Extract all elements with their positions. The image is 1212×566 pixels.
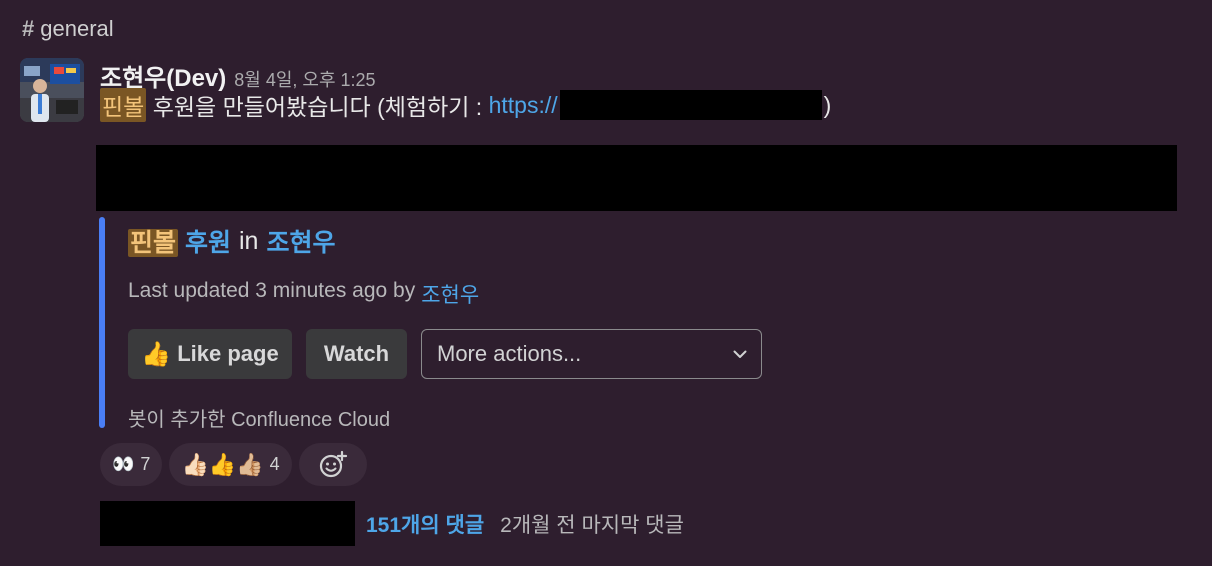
reaction-count: 7 <box>140 454 151 474</box>
chevron-down-icon <box>733 350 747 358</box>
slack-message-view: # general 조현우(Dev) 8월 4일, 오후 1:25 핀볼 후원을… <box>0 0 1212 566</box>
hash-icon: # <box>22 16 35 41</box>
reaction-count: 4 <box>269 454 280 474</box>
more-actions-dropdown[interactable]: More actions... <box>421 329 762 379</box>
highlighted-keyword: 핀볼 <box>100 88 147 122</box>
updated-text: Last updated 3 minutes ago by <box>128 279 416 302</box>
like-page-label: Like page <box>177 341 279 366</box>
updated-by-link[interactable]: 조현우 <box>421 279 479 309</box>
thumbs-up-icon: 👍 <box>141 340 172 368</box>
like-page-button[interactable]: 👍 Like page <box>128 329 292 379</box>
add-emoji-icon <box>319 450 347 477</box>
attachment-accent-bar <box>99 217 105 428</box>
attachment-title-in: in <box>238 226 259 255</box>
message-body: 후원을 만들어봤습니다 (체험하기 : <box>146 94 489 120</box>
redacted-link <box>559 90 822 120</box>
attachment-title-highlight[interactable]: 핀볼 <box>128 229 179 257</box>
last-reply-time: 2개월 전 마지막 댓글 <box>500 513 684 537</box>
thread-summary: 151개의 댓글 2개월 전 마지막 댓글 <box>100 501 684 546</box>
redacted-content <box>96 145 1177 211</box>
confluence-attachment: 핀볼 후원 in 조현우 Last updated 3 minutes ago … <box>99 217 799 431</box>
attachment-space-link[interactable]: 조현우 <box>266 223 335 259</box>
eyes-icon: 👀 <box>112 454 135 474</box>
watch-button[interactable]: Watch <box>306 329 407 379</box>
redacted-avatars <box>100 501 355 546</box>
attachment-title: 핀볼 후원 in 조현우 <box>128 223 335 259</box>
attachment-title-link[interactable]: 후원 <box>185 229 231 257</box>
avatar-photo <box>20 58 84 122</box>
channel-name[interactable]: general <box>40 16 113 42</box>
avatar[interactable] <box>20 58 84 122</box>
watch-label: Watch <box>323 341 390 366</box>
message-text: 핀볼 후원을 만들어봤습니다 (체험하기 : https:// ) <box>100 88 831 122</box>
add-reaction-button[interactable] <box>298 443 367 486</box>
reaction-eyes[interactable]: 👀 7 <box>100 443 163 486</box>
channel-header[interactable]: # general <box>22 16 114 42</box>
message-body-end: ) <box>823 91 832 118</box>
attachment-footer: 봇이 추가한 Confluence Cloud <box>128 409 391 431</box>
more-actions-placeholder: More actions... <box>437 341 582 366</box>
attachment-updated-info: Last updated 3 minutes ago by 조현우 <box>128 279 479 309</box>
reaction-thumbs-up[interactable]: 👍🏻👍👍🏼 4 <box>169 443 292 486</box>
message-link[interactable]: https:// <box>489 92 558 119</box>
reply-count-link[interactable]: 151개의 댓글 <box>366 509 484 539</box>
thumbs-up-icon: 👍🏻👍👍🏼 <box>181 451 264 477</box>
reactions-bar: 👀 7 👍🏻👍👍🏼 4 <box>100 443 367 486</box>
